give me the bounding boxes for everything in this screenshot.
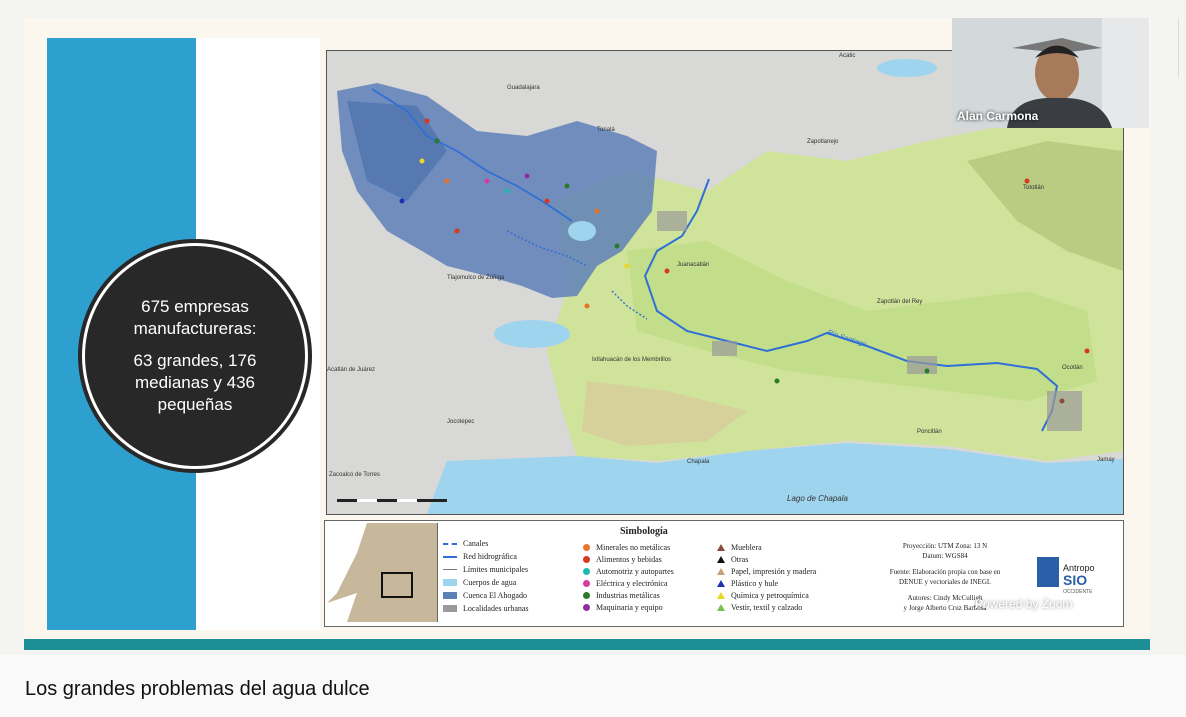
label-ocotlan: Ocotlán [1062, 365, 1083, 371]
circle-line-2: manufactureras: [133, 319, 257, 338]
legend-papel: Papel, impresión y madera [717, 567, 816, 576]
legend-maquinaria: Maquinaria y equipo [583, 603, 663, 612]
legend-cuenca: Cuenca El Ahogado [443, 591, 527, 600]
legend-limites: Límites municipales [443, 565, 528, 574]
inset-graphic [327, 523, 437, 622]
label-poncitlan: Poncitlán [917, 429, 942, 435]
circle-line-5: pequeñas [157, 395, 233, 414]
label-zapotlan: Zapotlán del Rey [877, 299, 922, 305]
slide-bottom-stripe [24, 639, 1150, 650]
label-zacoalco: Zacoalco de Torres [329, 472, 380, 478]
legend-metalicas: Industrias metálicas [583, 591, 660, 600]
label-acatlan: Acatlán de Juárez [327, 367, 375, 373]
legend-cuerpos: Cuerpos de agua [443, 578, 516, 587]
legend-mueblera: Mueblera [717, 543, 762, 552]
label-acatic: Acatic [839, 53, 855, 59]
legend-alimentos: Alimentos y bebidas [583, 555, 662, 564]
video-player[interactable]: 675 empresas manufactureras: 63 grandes,… [0, 0, 1186, 655]
label-guadalajara: Guadalajara [507, 85, 540, 91]
label-tonala: Tonalá [597, 127, 615, 133]
label-tototlan: Tototlán [1023, 185, 1044, 191]
svg-text:OCCIDENTE: OCCIDENTE [1063, 589, 1093, 595]
stats-circle: 675 empresas manufactureras: 63 grandes,… [82, 243, 308, 469]
legend-minerales: Minerales no metálicas [583, 543, 670, 552]
legend-title: Simbología [620, 526, 668, 537]
participant-video[interactable]: Alan Carmona [952, 18, 1149, 128]
legend-plastico: Plástico y hule [717, 579, 778, 588]
video-title: Los grandes problemas del agua dulce [25, 678, 370, 700]
participant-name: Alan Carmona [957, 109, 1039, 123]
legend-vestir: Vestir, textil y calzado [717, 603, 802, 612]
zoom-watermark: Powered by Zoom [975, 597, 1073, 611]
sidebar-edge [1178, 18, 1179, 78]
legend-quimica: Química y petroquímica [717, 591, 809, 600]
legend-red: Red hidrográfica [443, 552, 517, 561]
label-chapala: Chapala [687, 459, 710, 465]
legend-electrica: Eléctrica y electrónica [583, 579, 668, 588]
legend-canales: Canales [443, 539, 488, 548]
ciesas-logo: Antropo SIO OCCIDENTE [1037, 555, 1109, 595]
circle-line-1: 675 empresas [141, 297, 249, 316]
svg-text:SIO: SIO [1063, 572, 1087, 588]
label-jamay: Jamay [1097, 457, 1115, 463]
legend-otras: Otras [717, 555, 748, 564]
label-lago: Lago de Chapala [787, 494, 848, 503]
label-juanacatlan: Juanacatlán [677, 262, 709, 268]
legend-localidades: Localidades urbanas [443, 604, 529, 613]
legend-automotriz: Automotriz y autopartes [583, 567, 674, 576]
circle-line-3: 63 grandes, 176 [133, 351, 257, 370]
label-jocotepec: Jocotepec [447, 419, 474, 425]
location-inset-map [327, 523, 438, 622]
label-ixtlahuacan: Ixtlahuacán de los Membrillos [592, 357, 671, 363]
label-tlajomulco: Tlajomulco de Zúñiga [447, 275, 505, 281]
label-zapotlanejo: Zapotlanejo [807, 139, 839, 145]
circle-line-4: medianas y 436 [134, 373, 256, 392]
